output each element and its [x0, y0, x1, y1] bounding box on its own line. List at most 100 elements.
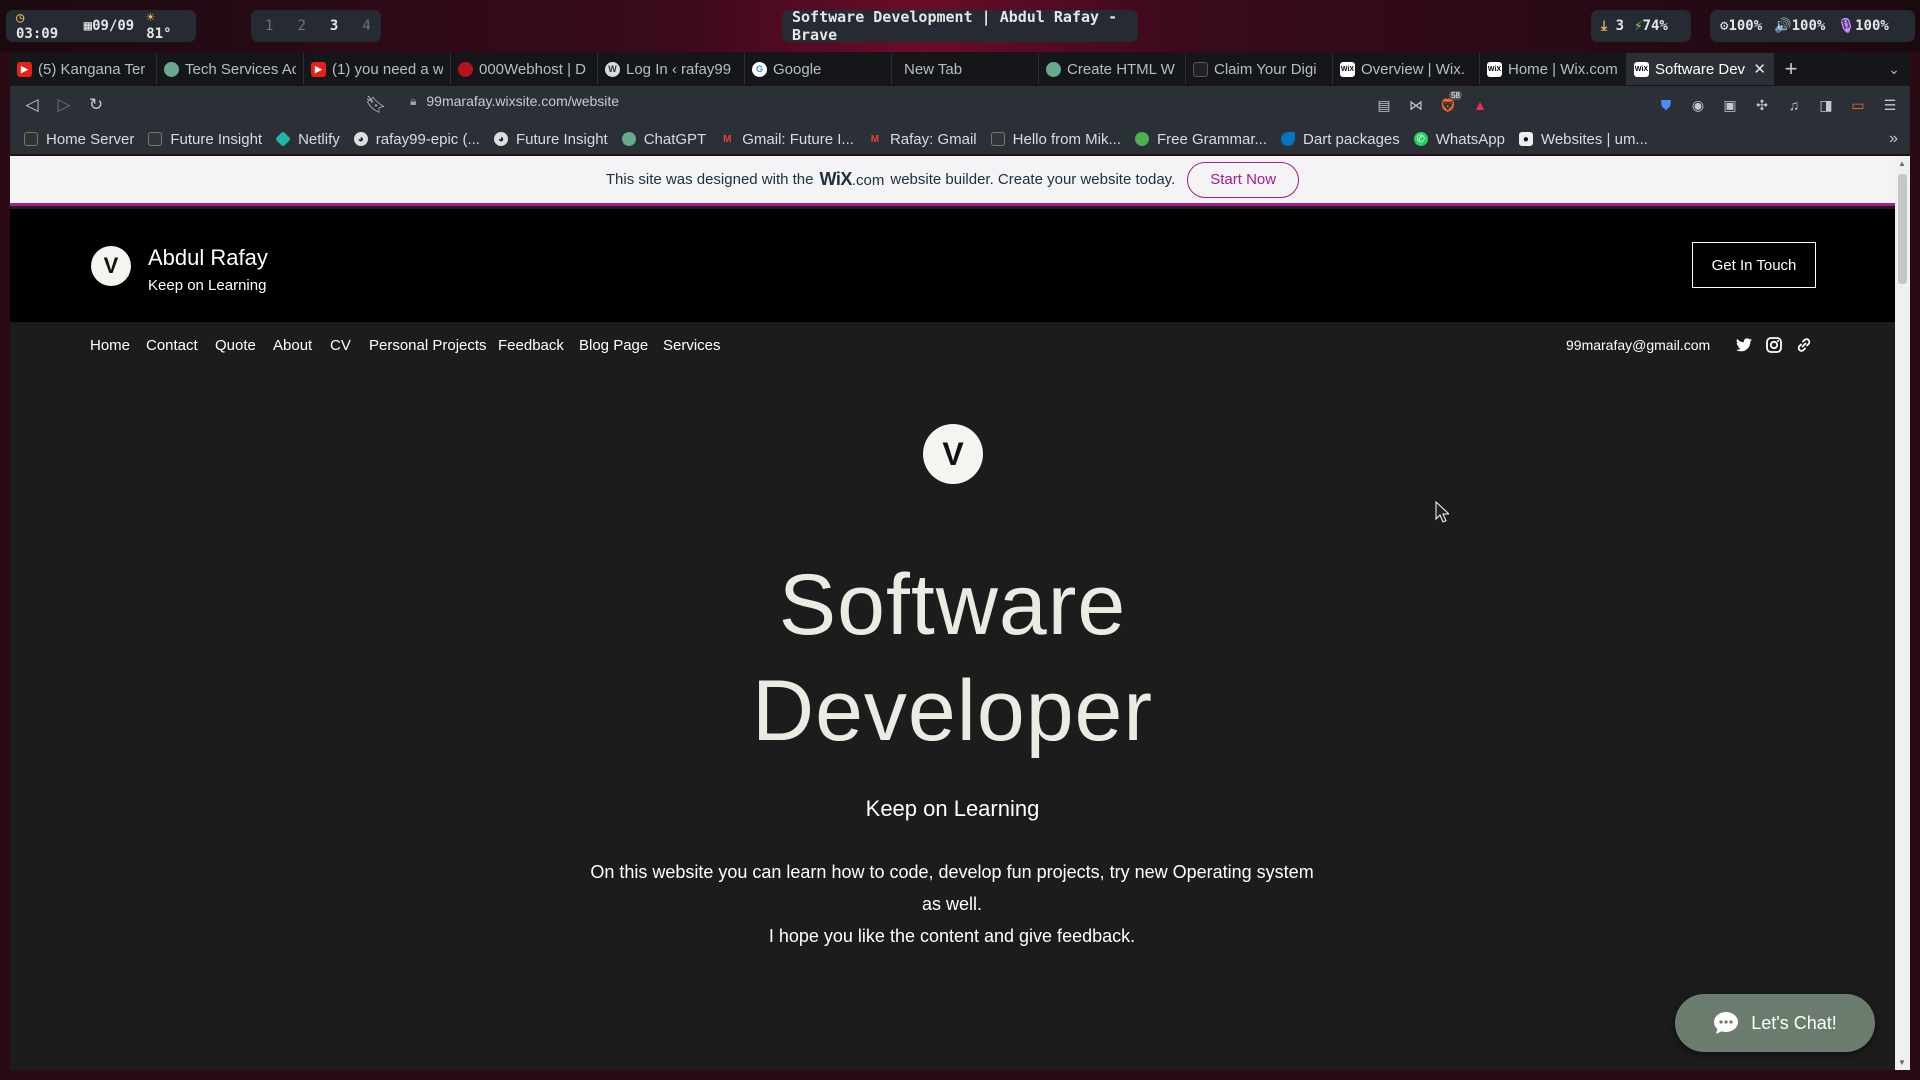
workspace-4[interactable]: 4 — [362, 18, 370, 34]
bookmark-item[interactable]: ◕ rafay99-epic (... — [353, 130, 490, 148]
close-tab-icon[interactable]: ✕ — [1753, 60, 1766, 78]
nav-contact[interactable]: Contact — [146, 337, 198, 354]
gmail-icon: M — [870, 133, 880, 145]
hero-title-line: Developer — [752, 663, 1153, 759]
browser-tab[interactable]: 000Webhost | D — [451, 53, 598, 85]
workspace-2[interactable]: 2 — [297, 18, 305, 34]
start-now-button[interactable]: Start Now — [1187, 161, 1300, 198]
contact-email[interactable]: 99marafay@gmail.com — [1566, 337, 1710, 353]
media-icon[interactable]: ♫ — [1780, 89, 1808, 121]
bookmark-label: Home Server — [46, 130, 135, 148]
bookmark-item[interactable]: ✆ WhatsApp — [1413, 131, 1515, 148]
link-icon[interactable] — [1794, 335, 1814, 355]
nav-about[interactable]: About — [273, 337, 312, 354]
extensions-puzzle-icon[interactable]: ✣ — [1748, 89, 1776, 121]
dart-icon — [1281, 132, 1296, 146]
browser-tab[interactable]: Tech Services Ac — [157, 53, 304, 85]
wallet-icon[interactable]: ▭ — [1844, 89, 1872, 121]
reload-icon[interactable]: ↻ — [80, 89, 112, 121]
new-tab-button[interactable]: + — [1774, 53, 1808, 85]
site-logo-icon[interactable]: V — [91, 246, 131, 286]
browser-tab-bar: ▶ (5) Kangana Ter Tech Services Ac ▶ (1) y… — [10, 53, 1910, 85]
system-levels-widget: ⚙100% 🔊100% 🎙100% — [1710, 10, 1915, 42]
nav-blog-page[interactable]: Blog Page — [579, 337, 648, 354]
sidebar-icon[interactable]: ◨ — [1812, 89, 1840, 121]
address-bar[interactable]: 🔒︎ 99marafay.wixsite.com/website — [410, 93, 619, 109]
nav-home[interactable]: Home — [90, 337, 130, 354]
chatgpt-icon — [621, 132, 636, 146]
bitwarden-icon[interactable]: ⛊ — [1652, 89, 1680, 121]
brave-shield-icon[interactable]: 🦁︎ 58 — [1434, 89, 1462, 121]
bookmark-icon[interactable]: 🔖︎ — [360, 89, 392, 121]
scroll-up-icon[interactable]: ▲ — [1898, 159, 1906, 168]
scroll-down-icon[interactable]: ▼ — [1898, 1058, 1906, 1067]
site-name[interactable]: Abdul Rafay — [148, 245, 268, 271]
share-icon[interactable]: ⋈ — [1402, 89, 1430, 121]
site-navigation: Home Contact Quote About CV Personal Pro… — [10, 322, 1895, 376]
bookmark-label: Future Insight — [170, 130, 263, 148]
browser-tab[interactable]: WiX Overview | Wix. — [1333, 53, 1480, 85]
forward-icon[interactable]: ▷ — [48, 89, 80, 121]
bookmarks-overflow-icon[interactable]: » — [1889, 130, 1898, 148]
brave-rewards-icon[interactable]: ▲ — [1466, 89, 1494, 121]
volume-icon: 🔊 — [1774, 18, 1792, 34]
back-icon[interactable]: ◁ — [16, 89, 48, 121]
instagram-icon[interactable] — [1764, 335, 1784, 355]
bookmark-item[interactable]: Free Grammar... — [1135, 131, 1277, 148]
mouse-cursor-icon — [1435, 501, 1449, 523]
extension-cookie-icon[interactable]: ◉ — [1684, 89, 1712, 121]
nav-cv[interactable]: CV — [330, 337, 351, 354]
workspace-1[interactable]: 1 — [265, 18, 273, 34]
browser-tab[interactable]: WiX Home | Wix.com — [1480, 53, 1627, 85]
chatgpt-icon — [1046, 61, 1061, 77]
bookmark-item[interactable]: Dart packages — [1281, 131, 1410, 148]
bookmark-item[interactable]: ● Websites | um... — [1518, 131, 1658, 148]
browser-tab[interactable]: New Tab — [892, 53, 1039, 85]
download-icon: ⤓ — [1601, 18, 1608, 34]
nav-services[interactable]: Services — [663, 337, 721, 354]
nav-personal-projects[interactable]: Personal Projects — [369, 337, 487, 354]
tab-title: New Tab — [904, 60, 963, 78]
nav-feedback[interactable]: Feedback — [498, 337, 564, 354]
wix-logo: WiX — [819, 169, 853, 189]
workspace-3[interactable]: 3 — [330, 18, 338, 34]
browser-tab[interactable]: Claim Your Digi — [1186, 53, 1333, 85]
twitter-icon[interactable] — [1734, 335, 1754, 355]
page-scrollbar[interactable]: ▲ ▼ — [1895, 156, 1910, 1070]
wordpress-icon: W — [605, 61, 620, 77]
bookmark-label: rafay99-epic (... — [375, 130, 480, 148]
browser-tab-active[interactable]: WiX Software Dev ✕ — [1627, 53, 1774, 85]
nav-quote[interactable]: Quote — [215, 337, 256, 354]
browser-tab[interactable]: Create HTML W — [1039, 53, 1186, 85]
hero-subtitle: Keep on Learning — [865, 796, 1040, 821]
menu-icon[interactable]: ☰ — [1876, 89, 1904, 121]
bookmark-item[interactable]: Netlify — [275, 131, 350, 148]
tab-title: (5) Kangana Ter — [38, 60, 146, 78]
url-text[interactable]: 99marafay.wixsite.com/website — [426, 93, 619, 109]
bookmark-item[interactable]: M Gmail: Future I... — [720, 131, 864, 148]
reader-mode-icon[interactable]: ▤ — [1370, 89, 1398, 121]
clock-time: 03:09 — [16, 26, 59, 42]
browser-tab[interactable]: ▶ (5) Kangana Ter — [10, 53, 157, 85]
browser-tab[interactable]: W Log In ‹ rafay99 — [598, 53, 745, 85]
logo-letter: V — [942, 435, 964, 472]
chevron-down-icon[interactable]: ⌄ — [1878, 61, 1910, 78]
calendar-icon: ▦ — [83, 18, 93, 34]
browser-tab[interactable]: ▶ (1) you need a w — [304, 53, 451, 85]
bookmark-item[interactable]: M Rafay: Gmail — [868, 131, 987, 148]
extension-image-icon[interactable]: ▣ — [1716, 89, 1744, 121]
browser-toolbar: ◁ ▷ ↻ 🔖︎ 🔒︎ 99marafay.wixsite.com/websit… — [10, 86, 1910, 124]
browser-tab[interactable]: G Google — [745, 53, 892, 85]
bookmark-item[interactable]: ◕ Future Insight — [493, 131, 618, 148]
scrollbar-thumb[interactable] — [1898, 174, 1907, 284]
netlify-icon — [275, 131, 291, 147]
bookmark-item[interactable]: Home Server — [24, 131, 144, 148]
get-in-touch-button[interactable]: Get In Touch — [1692, 242, 1816, 288]
lets-chat-button[interactable]: Let's Chat! — [1675, 994, 1875, 1052]
window-title: Software Development | Abdul Rafay - Bra… — [782, 8, 1138, 44]
bookmark-item[interactable]: ChatGPT — [621, 131, 717, 148]
tab-title: Software Dev — [1655, 60, 1746, 78]
bookmark-item[interactable]: Hello from Mik... — [990, 131, 1131, 148]
hero-logo-icon: V — [923, 424, 983, 484]
bookmark-item[interactable]: Future Insight — [148, 131, 272, 148]
